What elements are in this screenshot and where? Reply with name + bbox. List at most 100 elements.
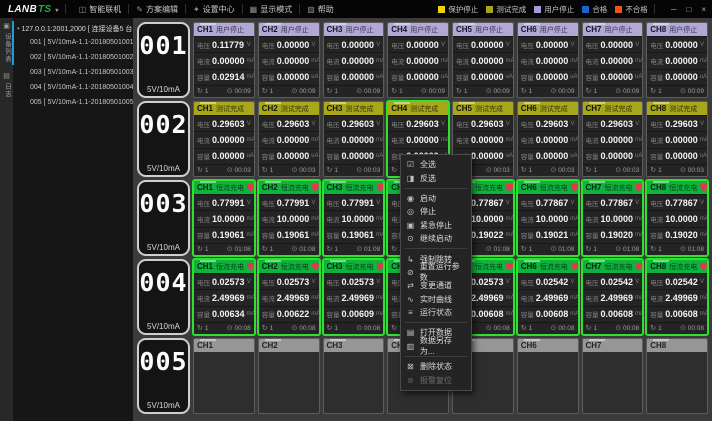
channel-label: CH7: [586, 262, 602, 271]
menu-help[interactable]: ▧帮助: [300, 0, 341, 18]
field-unit: uAh: [570, 153, 577, 159]
device-panel-003[interactable]: 0035V/10mA: [137, 180, 190, 256]
channel-card-002-CH3[interactable]: CH3测试完成电压0.29603V电流0.00000mA容量0.00000uAh…: [323, 101, 385, 177]
field-value: 10.0000: [342, 214, 375, 224]
field-label: 电压: [650, 119, 663, 129]
channel-card-004-CH7[interactable]: CH7恒流充电电压0.02542V电流2.49969mA容量0.00608mAh…: [582, 259, 644, 335]
tree-collapse-icon[interactable]: ▾: [17, 26, 20, 32]
side-tab-log[interactable]: ▤日志: [2, 71, 12, 100]
device-panel-005[interactable]: 0055V/10mA: [137, 338, 190, 414]
field-unit: V: [700, 279, 704, 285]
device-panel-001[interactable]: 0015V/10mA: [137, 22, 190, 98]
device-spec-label: 5V/10mA: [147, 85, 180, 94]
loop-icon: ↻: [586, 87, 592, 95]
context-menu-item-resume-start[interactable]: ⊙继续启动: [401, 232, 471, 245]
channel-voltage-row: 电压0.29603V: [388, 115, 448, 131]
channel-voltage-row: 电压0.02542V: [518, 273, 578, 289]
tree-node-device-4[interactable]: 004 [ 5V/10mA-1.1-20180501004 ]: [17, 80, 133, 95]
field-value: 0.77867: [536, 198, 569, 208]
channel-card-003-CH3[interactable]: CH3恒流充电电压0.77991V电流10.0000mA容量0.19061mAh…: [323, 180, 385, 256]
field-unit: V: [376, 279, 380, 285]
channel-card-005-CH6[interactable]: CH6: [517, 338, 579, 414]
channel-card-003-CH6[interactable]: CH6恒流充电电压0.77867V电流10.0000mA容量0.19021mAh…: [517, 180, 579, 256]
channel-card-004-CH3[interactable]: CH3恒流充电电压0.02573V电流2.49969mA容量0.00609mAh…: [323, 259, 385, 335]
menu-settings-center[interactable]: ✦设置中心: [186, 0, 242, 18]
legend-protect-stop: 保护停止: [438, 4, 478, 15]
channel-card-001-CH2[interactable]: CH2用户停止电压0.00000V电流0.00000mA容量0.00000uAh…: [258, 22, 320, 98]
channel-card-003-CH2[interactable]: CH2恒流充电电压0.77991V电流10.0000mA容量0.19061mAh…: [258, 180, 320, 256]
tree-node-device-5[interactable]: 005 [ 5V/10mA-1.1-20180501005 ]: [17, 95, 133, 110]
card-tab-notch: [265, 181, 281, 183]
channel-status-label: 恒流充电: [346, 183, 374, 193]
device-panel-002[interactable]: 0025V/10mA: [137, 101, 190, 177]
field-value: 0.00000: [342, 40, 375, 50]
channel-card-004-CH8[interactable]: CH8恒流充电电压0.02542V电流2.49969mA容量0.00608mAh…: [646, 259, 708, 335]
channel-card-002-CH8[interactable]: CH8测试完成电压0.29603V电流0.00000mA容量0.00000uAh…: [646, 101, 708, 177]
channel-card-003-CH8[interactable]: CH8恒流充电电压0.77867V电流10.0000mA容量0.19020mAh…: [646, 180, 708, 256]
channel-status-label: 测试完成: [346, 104, 374, 114]
tree-node-device-3[interactable]: 003 [ 5V/10mA-1.1-20180501003 ]: [17, 65, 133, 80]
channel-capacity-row: 容量0.00608mAh: [583, 306, 643, 322]
channel-card-005-CH2[interactable]: CH2: [258, 338, 320, 414]
maximize-button[interactable]: □: [686, 5, 691, 14]
close-button[interactable]: ×: [701, 5, 706, 14]
menu-plan-edit[interactable]: ✎方案编辑: [129, 0, 185, 18]
context-menu-item-stop[interactable]: ◎停止: [401, 205, 471, 218]
menu-smart-connect[interactable]: ◫智能联机: [72, 0, 129, 18]
context-menu-item-save-data-as[interactable]: ▥数据另存为...: [401, 340, 471, 353]
channel-card-001-CH8[interactable]: CH8用户停止电压0.00000V电流0.00000mA容量0.00000uAh…: [646, 22, 708, 98]
channel-card-004-CH2[interactable]: CH2恒流充电电压0.02573V电流2.49969mA容量0.00622mAh…: [258, 259, 320, 335]
legend-user-stop: 用户停止: [534, 4, 574, 15]
channel-card-005-CH1[interactable]: CH1: [193, 338, 255, 414]
context-menu-item-invert-selection[interactable]: ◨反选: [401, 171, 471, 184]
channel-card-002-CH1[interactable]: CH1测试完成电压0.29603V电流0.00000mA容量0.00000uAh…: [193, 101, 255, 177]
channel-card-001-CH3[interactable]: CH3用户停止电压0.00000V电流0.00000mA容量0.00000uAh…: [323, 22, 385, 98]
context-menu-item-start[interactable]: ◉启动: [401, 192, 471, 205]
card-tab-notch: [200, 181, 216, 183]
context-menu-item-emergency-stop[interactable]: ▣紧急停止: [401, 219, 471, 232]
context-menu-item-select-all[interactable]: ☑全选: [401, 158, 471, 171]
channel-card-005-CH3[interactable]: CH3: [323, 338, 385, 414]
tree-node-device-1[interactable]: 001 [ 5V/10mA-1.1-20180501001 ]: [17, 35, 133, 50]
context-menu-item-reset-run-params[interactable]: ⊘重置运行参数: [401, 266, 471, 279]
clock-icon: ⊙: [486, 167, 492, 174]
field-label: 电压: [456, 119, 469, 129]
channel-card-001-CH1[interactable]: CH1用户停止电压0.11779V电流0.00000mA容量0.02914mAh…: [193, 22, 255, 98]
tree-node-device-2[interactable]: 002 [ 5V/10mA-1.1-20180501002 ]: [17, 50, 133, 65]
channel-card-004-CH6[interactable]: CH6恒流充电电压0.02542V电流2.49969mA容量0.00608mAh…: [517, 259, 579, 335]
channel-card-004-CH1[interactable]: CH1恒流充电电压0.02573V电流2.49969mA容量0.00634mAh…: [193, 259, 255, 335]
channel-current-row: 电流2.49969mA: [647, 289, 707, 305]
field-label: 电压: [391, 119, 404, 129]
tree-root-node[interactable]: ▾ 127.0.0.1:2001,2000 [ 连接设备5 台 ]: [17, 22, 133, 35]
context-menu-item-realtime-curve[interactable]: ∿实时曲线: [401, 293, 471, 306]
field-value: 0.00622: [277, 309, 310, 319]
channel-card-002-CH6[interactable]: CH6测试完成电压0.29603V电流0.00000mA容量0.00000uAh…: [517, 101, 579, 177]
context-menu-item-delete-status[interactable]: ⊠删除状态: [401, 360, 471, 373]
channel-card-001-CH4[interactable]: CH4用户停止电压0.00000V电流0.00000mA容量0.00000uAh…: [387, 22, 449, 98]
app-logo[interactable]: LANB TS ▾: [8, 4, 59, 15]
channel-card-003-CH1[interactable]: CH1恒流充电电压0.77991V电流10.0000mA容量0.19061mAh…: [193, 180, 255, 256]
channel-current-row: 电流0.00000mA: [259, 131, 319, 147]
device-panel-004[interactable]: 0045V/10mA: [137, 259, 190, 335]
menu-display-mode[interactable]: ▦显示模式: [243, 0, 300, 18]
field-label: 电压: [262, 40, 275, 50]
context-menu-item-run-status[interactable]: ≡运行状态: [401, 306, 471, 319]
minimize-button[interactable]: ─: [671, 5, 677, 14]
channel-card-001-CH7[interactable]: CH7用户停止电压0.00000V电流0.00000mA容量0.00000uAh…: [582, 22, 644, 98]
channel-card-003-CH7[interactable]: CH7恒流充电电压0.77867V电流10.0000mA容量0.19020mAh…: [582, 180, 644, 256]
channel-status-label: 用户停止: [281, 25, 309, 35]
clock-icon: ⊙: [292, 167, 298, 174]
context-menu-item-alarm-reset[interactable]: ⊗报警复位: [401, 373, 471, 386]
channel-card-002-CH2[interactable]: CH2测试完成电压0.29603V电流0.00000mA容量0.00000uAh…: [258, 101, 320, 177]
side-tab-device-list[interactable]: ▣设备列表: [2, 21, 12, 65]
field-value: 0.77991: [277, 198, 310, 208]
channel-card-001-CH6[interactable]: CH6用户停止电压0.00000V电流0.00000mA容量0.00000uAh…: [517, 22, 579, 98]
channel-card-001-CH5[interactable]: CH5用户停止电压0.00000V电流0.00000mA容量0.00000uAh…: [452, 22, 514, 98]
field-unit: V: [247, 279, 251, 285]
channel-voltage-row: 电压0.29603V: [518, 115, 578, 131]
channel-card-005-CH8[interactable]: CH8: [646, 338, 708, 414]
channel-card-002-CH7[interactable]: CH7测试完成电压0.29603V电流0.00000mA容量0.00000uAh…: [582, 101, 644, 177]
loop-count: 1: [529, 246, 533, 253]
channel-card-005-CH7[interactable]: CH7: [582, 338, 644, 414]
field-unit: mAh: [570, 311, 577, 317]
